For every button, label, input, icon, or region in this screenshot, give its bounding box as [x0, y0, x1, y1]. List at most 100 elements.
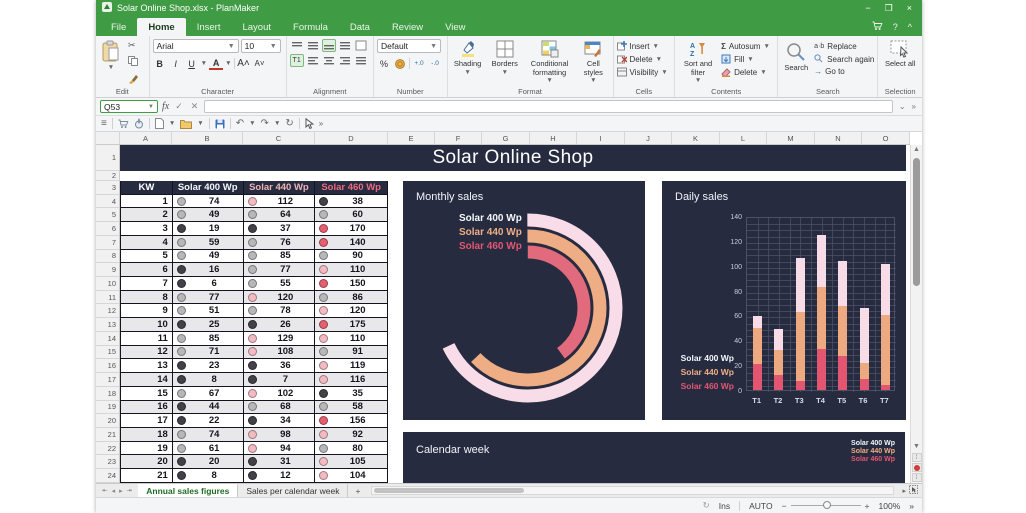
new-document-dropdown-arrow[interactable]: ▼	[169, 120, 175, 127]
cancel-entry-icon[interactable]: ✕	[189, 101, 201, 112]
table-row[interactable]: 1185129110	[121, 332, 388, 346]
value-cell[interactable]: 8	[173, 373, 244, 386]
monthly-sales-panel[interactable]: Monthly sales Solar 400 WpSolar 440 WpSo…	[403, 181, 645, 420]
cell-reference-box[interactable]: Q53▼	[100, 100, 158, 113]
value-cell[interactable]: 31	[244, 455, 316, 468]
align-center-icon[interactable]	[322, 54, 336, 67]
bold-button[interactable]: B	[153, 57, 167, 70]
sheet-tab-sales-per-calendar-week[interactable]: Sales per calendar week	[238, 484, 348, 497]
kw-cell[interactable]: 18	[121, 428, 173, 441]
kw-cell[interactable]: 9	[121, 304, 173, 317]
value-cell[interactable]: 85	[173, 332, 244, 345]
autosum-button[interactable]: ΣAutosum▼	[721, 42, 770, 51]
table-row[interactable]: 5498590	[121, 250, 388, 264]
value-cell[interactable]: 55	[244, 277, 316, 290]
value-cell[interactable]: 49	[173, 208, 244, 221]
calc-mode-label[interactable]: AUTO	[749, 501, 772, 511]
row-header-16[interactable]: 16	[96, 359, 119, 373]
row-header-22[interactable]: 22	[96, 442, 119, 456]
split-handle-icon[interactable]: ⁞	[912, 453, 922, 462]
kw-cell[interactable]: 13	[121, 359, 173, 372]
collapse-ribbon-icon[interactable]: ^	[908, 22, 912, 32]
cell-styles-button[interactable]: Cell styles▼	[577, 39, 609, 85]
value-cell[interactable]: 77	[173, 291, 244, 304]
sort-and-filter-button[interactable]: AZ Sort and filter▼	[678, 39, 718, 85]
row-header-5[interactable]: 5	[96, 208, 119, 222]
formula-bar-expand-icon[interactable]: ⌄	[899, 102, 906, 111]
currency-format-button[interactable]	[393, 57, 407, 70]
formula-input[interactable]	[204, 100, 893, 113]
table-row[interactable]: 87712086	[121, 291, 388, 305]
kw-cell[interactable]: 8	[121, 291, 173, 304]
open-folder-icon[interactable]	[180, 119, 192, 129]
toolbar-more-icon[interactable]: »	[319, 119, 323, 128]
selection-mode-icon[interactable]	[909, 485, 918, 496]
value-cell[interactable]: 112	[244, 195, 316, 208]
kw-cell[interactable]: 10	[121, 318, 173, 331]
value-cell[interactable]: 37	[244, 222, 316, 235]
function-wizard-icon[interactable]: fx	[162, 101, 169, 112]
value-cell[interactable]: 6	[173, 277, 244, 290]
menu-tab-view[interactable]: View	[434, 18, 476, 36]
value-cell[interactable]: 36	[244, 359, 316, 372]
value-cell[interactable]: 102	[244, 387, 316, 400]
confirm-entry-icon[interactable]: ✓	[173, 101, 185, 112]
scroll-down-icon[interactable]: ▼	[913, 442, 920, 452]
value-cell[interactable]: 38	[315, 195, 388, 208]
row-header-13[interactable]: 13	[96, 318, 119, 332]
kw-cell[interactable]: 16	[121, 401, 173, 414]
help-icon[interactable]: ?	[893, 22, 898, 32]
value-cell[interactable]: 16	[173, 263, 244, 276]
row-headers[interactable]: 123456789101112131415161718192021222324	[96, 145, 120, 483]
value-cell[interactable]: 22	[173, 414, 244, 427]
undo-dropdown-arrow[interactable]: ▼	[249, 120, 255, 127]
undo-icon[interactable]: ↶	[236, 118, 244, 129]
formula-bar-more-icon[interactable]: »	[912, 102, 916, 111]
value-cell[interactable]: 51	[173, 304, 244, 317]
valign-middle-icon[interactable]	[306, 39, 320, 52]
menu-tab-data[interactable]: Data	[339, 18, 381, 36]
row-header-3[interactable]: 3	[96, 181, 119, 195]
open-dropdown-arrow[interactable]: ▼	[197, 120, 203, 127]
kw-cell[interactable]: 7	[121, 277, 173, 290]
value-cell[interactable]: 74	[173, 195, 244, 208]
kw-cell[interactable]: 2	[121, 208, 173, 221]
value-cell[interactable]: 129	[244, 332, 316, 345]
menu-tab-review[interactable]: Review	[381, 18, 434, 36]
table-row[interactable]: 202031105	[121, 455, 388, 469]
kw-cell[interactable]: 19	[121, 442, 173, 455]
row-header-20[interactable]: 20	[96, 414, 119, 428]
zoom-slider[interactable]: − +	[782, 501, 870, 511]
value-cell[interactable]: 120	[315, 304, 388, 317]
zoom-slider-track[interactable]	[791, 505, 861, 506]
close-button[interactable]: ×	[907, 3, 912, 13]
next-sheet-icon[interactable]: ▸	[119, 487, 123, 495]
value-cell[interactable]: 61	[173, 442, 244, 455]
redo-icon[interactable]: ↷	[261, 118, 269, 129]
table-row[interactable]: 19619480	[121, 442, 388, 456]
row-header-11[interactable]: 11	[96, 291, 119, 305]
valign-top-icon[interactable]	[290, 39, 304, 52]
font-size-combo[interactable]: 10▼	[241, 39, 281, 53]
menu-tab-file[interactable]: File	[100, 18, 137, 36]
column-header-N[interactable]: N	[815, 132, 862, 144]
table-row[interactable]: 45976140	[121, 236, 388, 250]
value-cell[interactable]: 120	[244, 291, 316, 304]
value-cell[interactable]: 23	[173, 359, 244, 372]
kw-cell[interactable]: 1	[121, 195, 173, 208]
value-cell[interactable]: 74	[173, 428, 244, 441]
value-cell[interactable]: 90	[315, 250, 388, 263]
kw-cell[interactable]: 6	[121, 263, 173, 276]
table-row[interactable]: 2496460	[121, 208, 388, 222]
last-sheet-icon[interactable]: ⯮	[127, 487, 133, 495]
cart-icon[interactable]	[872, 21, 883, 33]
fill-button[interactable]: Fill▼	[721, 54, 770, 64]
kw-cell[interactable]: 20	[121, 455, 173, 468]
table-row[interactable]: 95178120	[121, 304, 388, 318]
status-more-icon[interactable]: »	[909, 501, 914, 511]
column-header-F[interactable]: F	[435, 132, 482, 144]
column-header-J[interactable]: J	[625, 132, 672, 144]
copy-icon[interactable]	[126, 55, 140, 70]
kw-cell[interactable]: 4	[121, 236, 173, 249]
row-header-24[interactable]: 24	[96, 469, 119, 483]
